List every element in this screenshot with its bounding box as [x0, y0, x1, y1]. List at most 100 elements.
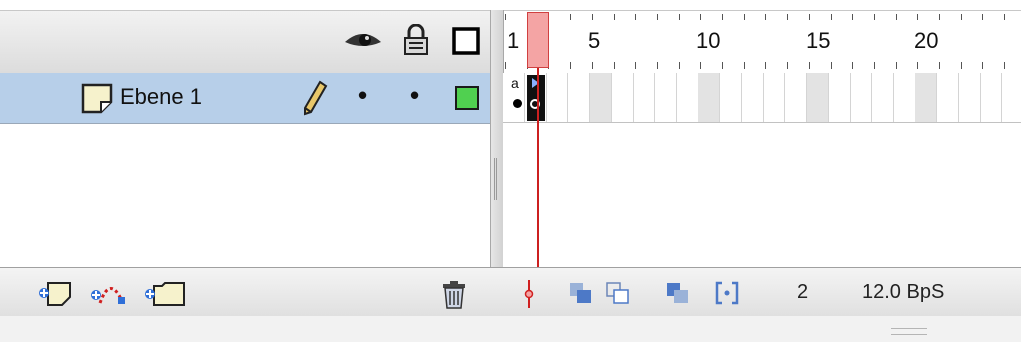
playhead-line [537, 68, 539, 268]
add-motion-guide-icon[interactable] [88, 279, 134, 307]
frame-cell[interactable] [894, 73, 916, 122]
modify-markers-icon[interactable] [715, 281, 739, 305]
edit-multiple-frames-icon[interactable] [666, 282, 690, 304]
resize-grip[interactable] [891, 328, 927, 335]
ruler-tick [744, 14, 745, 20]
frame-cell[interactable] [785, 73, 807, 122]
ruler-tick [809, 62, 810, 69]
frame-label-a: a [511, 75, 519, 91]
frame-cell[interactable] [633, 73, 655, 122]
center-frame-icon[interactable] [523, 280, 535, 308]
frame-cell[interactable] [763, 73, 785, 122]
ruler-tick [1004, 14, 1005, 20]
trash-icon[interactable] [440, 280, 468, 310]
ruler-tick [679, 14, 680, 20]
splitter-grip[interactable] [494, 158, 497, 200]
ruler-number-15: 15 [806, 28, 831, 53]
outline-color-swatch[interactable] [455, 86, 479, 110]
ruler-number-1: 1 [507, 28, 520, 53]
frame-cell[interactable] [980, 73, 1002, 122]
ruler-tick [722, 14, 723, 20]
layer-list-empty [0, 124, 490, 267]
keyframe-2-selected[interactable] [527, 75, 545, 121]
ruler-tick [896, 14, 897, 20]
ruler-tick [939, 62, 940, 69]
frame-cell[interactable] [742, 73, 764, 122]
ruler-number-5: 5 [588, 28, 601, 53]
lock-dot[interactable]: • [410, 80, 419, 111]
ruler-tick [570, 14, 571, 20]
add-layer-icon[interactable] [36, 279, 78, 307]
ruler-tick [722, 62, 723, 69]
ruler-tick [874, 62, 875, 69]
ruler-tick [657, 14, 658, 20]
keyframe-dot [513, 99, 522, 108]
frame-rate-display[interactable]: 12.0 BpS [862, 281, 944, 304]
lock-icon[interactable] [401, 23, 431, 56]
ruler-tick [982, 14, 983, 20]
frame-cell[interactable] [720, 73, 742, 122]
ruler-tick [917, 62, 918, 69]
ruler-tick [852, 14, 853, 20]
frame-cell[interactable] [546, 73, 568, 122]
panel-bottom-area [0, 316, 1021, 342]
ruler-tick [635, 14, 636, 20]
frame-row-divider [503, 122, 1021, 123]
frame-cell[interactable] [568, 73, 590, 122]
frame-cell[interactable] [915, 73, 937, 122]
layer-page-icon [80, 82, 114, 114]
onion-outlines-icon[interactable] [606, 282, 630, 304]
ruler-tick [961, 62, 962, 69]
ruler-tick [896, 62, 897, 69]
ruler-tick [809, 14, 810, 20]
onion-skin-icon[interactable] [569, 282, 593, 304]
ruler-tick [592, 14, 593, 20]
visibility-dot[interactable]: • [358, 80, 367, 111]
frame-cell[interactable] [590, 73, 612, 122]
ruler-number-20: 20 [914, 28, 939, 53]
frame-cell[interactable] [872, 73, 894, 122]
ruler-tick [700, 62, 701, 69]
frame-ruler[interactable] [503, 10, 1021, 74]
ruler-tick [765, 62, 766, 69]
ruler-tick [874, 14, 875, 20]
ruler-tick [831, 14, 832, 20]
frame-cell[interactable] [829, 73, 851, 122]
ruler-tick [614, 14, 615, 20]
ruler-tick [939, 14, 940, 20]
ruler-tick [679, 62, 680, 69]
ruler-tick [505, 62, 506, 69]
ruler-tick [765, 14, 766, 20]
ruler-number-10: 10 [696, 28, 721, 53]
ruler-tick [744, 62, 745, 69]
layer-name[interactable]: Ebene 1 [120, 84, 202, 110]
playhead[interactable] [527, 12, 549, 68]
keyframe-1[interactable]: a [509, 75, 527, 121]
frames-area[interactable]: a [503, 73, 1021, 267]
frame-cell[interactable] [698, 73, 720, 122]
frame-cell[interactable] [1002, 73, 1021, 122]
ruler-tick [592, 62, 593, 69]
pencil-icon [302, 80, 328, 116]
eye-icon[interactable] [343, 28, 383, 54]
outline-square-icon[interactable] [452, 27, 480, 55]
frame-cell[interactable] [677, 73, 699, 122]
frame-cell[interactable] [807, 73, 829, 122]
ruler-tick [635, 62, 636, 69]
ruler-tick [570, 62, 571, 69]
frame-cell[interactable] [850, 73, 872, 122]
ruler-tick [700, 14, 701, 20]
ruler-tick [917, 14, 918, 20]
frame-cell[interactable] [655, 73, 677, 122]
frame-cell[interactable] [959, 73, 981, 122]
ruler-tick [787, 62, 788, 69]
ruler-tick [614, 62, 615, 69]
ruler-tick [787, 14, 788, 20]
add-folder-icon[interactable] [140, 278, 188, 308]
frame-cell[interactable] [612, 73, 634, 122]
frame-cell[interactable] [937, 73, 959, 122]
ruler-tick [1004, 62, 1005, 69]
ruler-tick [982, 62, 983, 69]
ruler-tick [961, 14, 962, 20]
ruler-tick [831, 62, 832, 69]
